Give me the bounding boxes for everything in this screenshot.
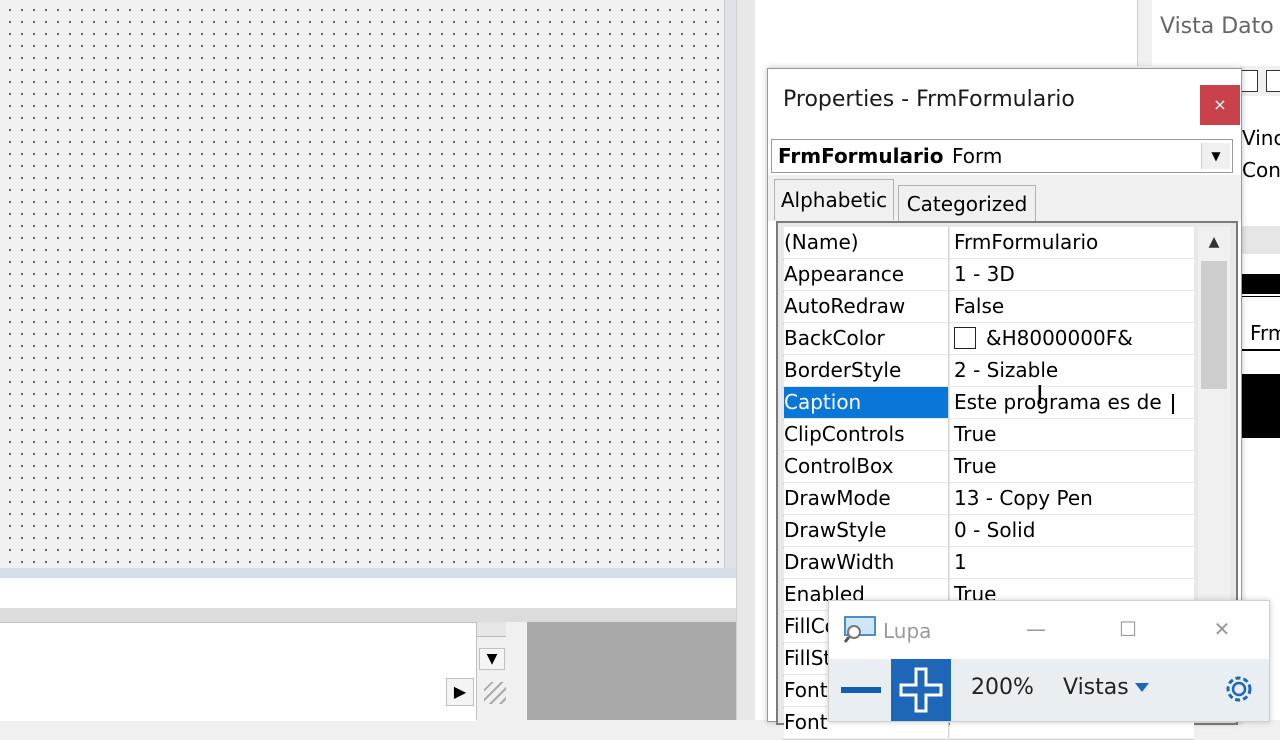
properties-title: Properties - FrmFormulario	[783, 87, 1075, 112]
scrollbar-thumb[interactable]	[1201, 261, 1227, 389]
property-row[interactable]: ControlBox True	[782, 451, 1194, 484]
chevron-down-icon[interactable]	[1135, 683, 1149, 692]
window-splitter[interactable]	[736, 0, 756, 720]
close-icon[interactable]: ✕	[1199, 609, 1245, 649]
side-panel-block	[1240, 374, 1280, 438]
properties-tabs: Alphabetic Categorized	[768, 175, 1241, 222]
scroll-right-arrow-icon[interactable]: ▶	[446, 678, 474, 706]
property-row[interactable]: DrawStyle 0 - Solid	[782, 515, 1194, 548]
property-name: ClipControls	[784, 419, 949, 450]
resize-grip-icon[interactable]	[484, 682, 506, 704]
document-icon[interactable]	[1266, 70, 1280, 92]
property-row[interactable]: BackColor &H8000000F&	[782, 323, 1194, 356]
property-value[interactable]: True	[950, 451, 1194, 482]
side-panel-bar	[1240, 274, 1280, 294]
maximize-button[interactable]: ☐	[1105, 609, 1151, 649]
property-name: ControlBox	[784, 451, 949, 482]
magnifier-app-icon	[843, 616, 876, 643]
property-value[interactable]: 1	[950, 547, 1194, 578]
window-divider	[1137, 0, 1152, 66]
property-name: BackColor	[784, 323, 949, 354]
plus-icon	[899, 667, 943, 713]
object-selector[interactable]: FrmFormulario Form ▼	[771, 139, 1233, 173]
document-icon[interactable]	[1240, 70, 1258, 92]
zoom-out-button[interactable]	[829, 659, 889, 721]
property-row[interactable]: DrawMode 13 - Copy Pen	[782, 483, 1194, 516]
property-value[interactable]: 13 - Copy Pen	[950, 483, 1194, 514]
property-value[interactable]: 1 - 3D	[950, 259, 1194, 290]
property-row-selected[interactable]: Caption Este programa es de	[782, 387, 1194, 420]
side-panel-item[interactable]: Frm	[1240, 296, 1280, 351]
caption-text: Este programa es de	[954, 390, 1168, 414]
property-name: AutoRedraw	[784, 291, 949, 322]
side-label-con: Con	[1242, 158, 1280, 182]
data-view-title: Vista Dato	[1160, 14, 1274, 39]
property-name: (Name)	[784, 227, 949, 258]
property-value[interactable]: 0 - Solid	[950, 515, 1194, 546]
property-value[interactable]: FrmFormulario	[950, 227, 1194, 258]
designer-bottom-border	[0, 568, 736, 578]
property-row[interactable]: (Name) FrmFormulario	[782, 227, 1194, 260]
magnifier-titlebar[interactable]: Lupa — ☐ ✕	[829, 601, 1269, 659]
views-dropdown[interactable]: Vistas	[1063, 675, 1129, 700]
property-value[interactable]: True	[950, 419, 1194, 450]
text-cursor-icon: I	[1036, 381, 1044, 411]
property-name: Caption	[784, 387, 949, 418]
close-button[interactable]: ×	[1200, 85, 1240, 125]
property-name: BorderStyle	[784, 355, 949, 386]
code-pane[interactable]	[0, 622, 476, 721]
object-type: Form	[952, 144, 1003, 168]
zoom-in-button[interactable]	[891, 659, 951, 721]
magnifier-title: Lupa	[883, 619, 932, 643]
property-name: Appearance	[784, 259, 949, 290]
property-value[interactable]: 2 - Sizable	[950, 355, 1194, 386]
mdi-background	[527, 622, 736, 720]
backcolor-value: &H8000000F&	[986, 326, 1133, 350]
color-swatch-icon[interactable]	[954, 327, 976, 349]
property-row[interactable]: Appearance 1 - 3D	[782, 259, 1194, 292]
chevron-down-icon[interactable]: ▼	[1201, 143, 1230, 169]
minimize-button[interactable]: —	[1013, 609, 1059, 649]
magnifier-window: Lupa — ☐ ✕ 200% Vistas	[828, 600, 1270, 722]
property-name: DrawWidth	[784, 547, 949, 578]
scrollbar-thumb[interactable]	[477, 622, 506, 637]
property-row[interactable]: ClipControls True	[782, 419, 1194, 452]
scroll-down-arrow-icon[interactable]: ▼	[479, 648, 505, 670]
tab-alphabetic[interactable]: Alphabetic	[774, 179, 894, 220]
tab-categorized[interactable]: Categorized	[898, 185, 1036, 222]
side-panel-header	[1240, 226, 1280, 254]
property-row[interactable]: BorderStyle 2 - Sizable	[782, 355, 1194, 388]
code-pane-scrollbar[interactable]: ▼	[476, 622, 507, 720]
designer-status-strip	[0, 578, 736, 608]
form-designer-canvas[interactable]	[0, 0, 724, 568]
property-row[interactable]: DrawWidth 1	[782, 547, 1194, 580]
chevron-up-icon[interactable]: ▲	[1198, 227, 1230, 257]
minus-icon	[841, 687, 881, 693]
designer-separator	[0, 608, 736, 622]
caption-value-input[interactable]: Este programa es de	[950, 387, 1194, 418]
property-name: DrawStyle	[784, 515, 949, 546]
property-value[interactable]: False	[950, 291, 1194, 322]
magnifier-toolbar: 200% Vistas	[829, 659, 1269, 721]
side-label-frm: Frm	[1250, 321, 1280, 345]
gear-icon[interactable]	[1221, 671, 1257, 707]
text-caret	[1171, 393, 1174, 414]
property-row[interactable]: AutoRedraw False	[782, 291, 1194, 324]
zoom-level: 200%	[971, 675, 1034, 700]
side-label-vinc: Vinc	[1242, 126, 1280, 150]
object-name: FrmFormulario	[778, 144, 944, 168]
property-value[interactable]: &H8000000F&	[950, 323, 1194, 354]
property-name: DrawMode	[784, 483, 949, 514]
